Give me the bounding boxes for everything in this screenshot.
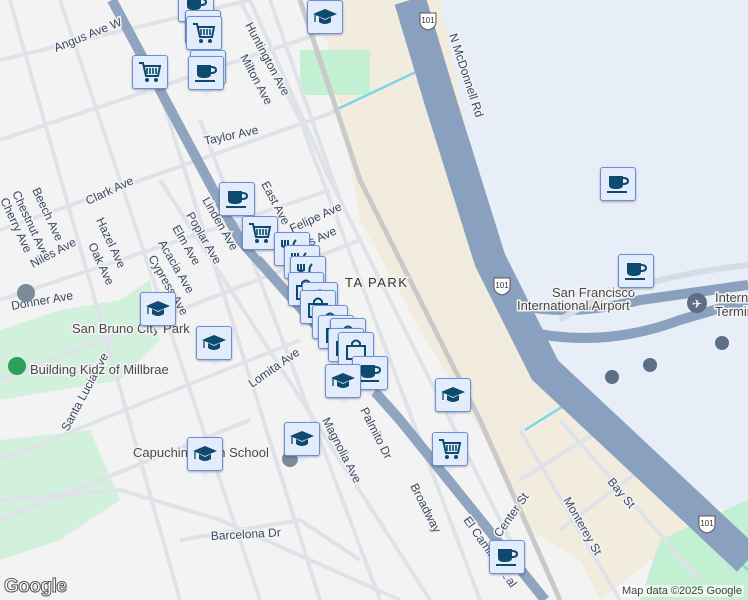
school-marker[interactable]	[435, 378, 471, 422]
svg-text:101: 101	[421, 16, 435, 25]
neighborhood-label: TA PARK	[345, 275, 408, 290]
street-label: Magnolia Ave	[319, 415, 364, 486]
school-marker[interactable]	[196, 326, 232, 370]
grocery-marker[interactable]	[132, 55, 168, 99]
school-icon	[187, 437, 223, 471]
map-canvas[interactable]: 101 101 101 Angus Ave W Huntington Ave M…	[0, 0, 748, 600]
airport-label: International Airport	[517, 298, 630, 313]
school-marker[interactable]	[284, 422, 320, 466]
park-area	[300, 50, 370, 95]
school-marker[interactable]	[187, 437, 223, 481]
street-label: Taylor Ave	[203, 123, 260, 148]
svg-text:101: 101	[495, 281, 509, 290]
school-marker[interactable]	[325, 364, 361, 408]
highway-shield: 101	[493, 277, 511, 296]
school-icon	[325, 364, 361, 398]
school-poi-icon[interactable]	[17, 284, 35, 302]
highway-shield: 101	[419, 12, 437, 31]
park-poi-icon[interactable]	[8, 357, 26, 375]
school-icon	[435, 378, 471, 412]
coffee-icon	[219, 182, 255, 216]
coffee-icon	[600, 167, 636, 201]
school-marker[interactable]	[140, 292, 176, 336]
school-icon	[140, 292, 176, 326]
grocery-icon	[186, 16, 222, 50]
grocery-icon	[432, 432, 468, 466]
svg-text:✈: ✈	[692, 297, 702, 311]
terminal-label: Interna	[715, 290, 748, 305]
svg-text:101: 101	[700, 519, 714, 528]
school-icon	[284, 422, 320, 456]
school-icon	[196, 326, 232, 360]
coffee-marker[interactable]	[188, 56, 224, 100]
coffee-marker[interactable]	[489, 540, 525, 584]
grocery-icon	[242, 216, 278, 250]
coffee-icon	[618, 254, 654, 288]
google-logo: Google	[3, 576, 67, 598]
coffee-marker[interactable]	[618, 254, 654, 298]
highway-shield: 101	[698, 515, 716, 534]
grocery-icon	[132, 55, 168, 89]
coffee-icon	[188, 56, 224, 90]
school-icon	[307, 0, 343, 34]
grocery-marker[interactable]	[432, 432, 468, 476]
school-label: Building Kidz of Millbrae	[30, 362, 169, 377]
school-marker[interactable]	[307, 0, 343, 44]
terminal-label: Termin	[715, 304, 748, 319]
grocery-marker[interactable]	[242, 216, 278, 260]
coffee-icon	[489, 540, 525, 574]
map-attribution: Map data ©2025 Google	[619, 585, 744, 597]
coffee-marker[interactable]	[600, 167, 636, 211]
